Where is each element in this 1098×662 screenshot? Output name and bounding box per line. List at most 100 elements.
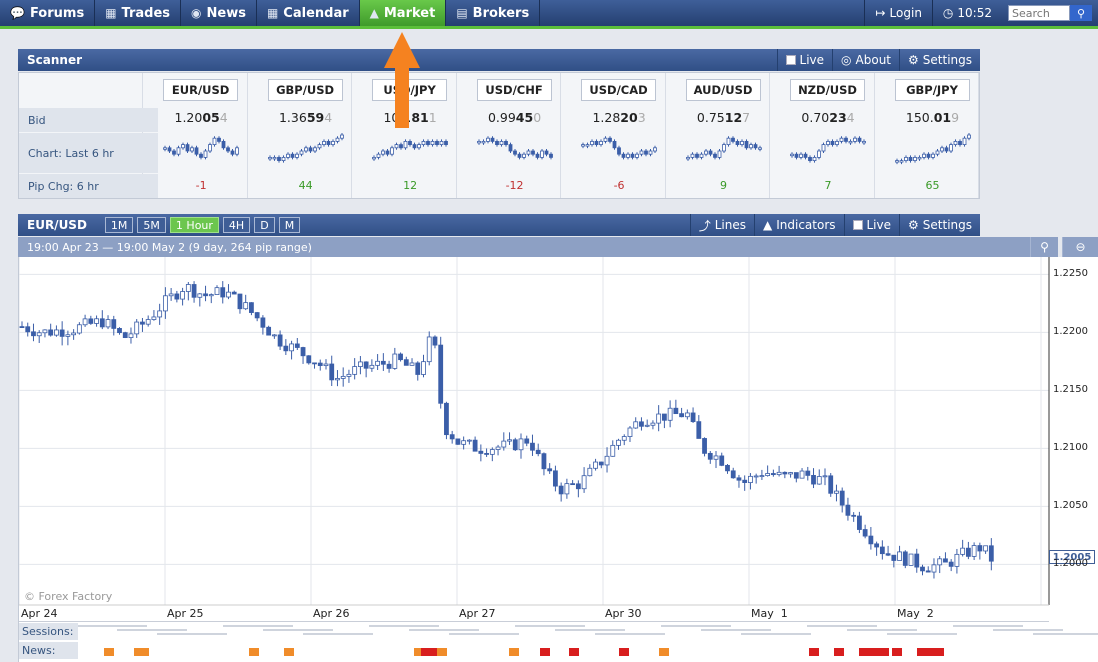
session-bar bbox=[595, 633, 665, 635]
spark-candle bbox=[326, 140, 330, 145]
scanner-column[interactable]: EUR/USD 1.20054 -1 bbox=[143, 73, 248, 198]
spark-candle bbox=[853, 137, 857, 142]
timeframe-button[interactable]: M bbox=[278, 217, 301, 233]
scanner-about-button[interactable]: ◎ About bbox=[832, 49, 899, 71]
candle-body bbox=[134, 321, 140, 335]
scanner-live-toggle[interactable]: Live bbox=[776, 49, 833, 71]
checkbox-icon bbox=[785, 55, 796, 65]
candle-body bbox=[575, 483, 581, 490]
news-marker bbox=[934, 648, 944, 656]
scanner-column[interactable]: GBP/JPY 150.019 65 bbox=[875, 73, 979, 198]
candle-body bbox=[71, 332, 77, 336]
candle-body bbox=[25, 326, 31, 333]
tab-forums[interactable]: 💬 Forums bbox=[0, 0, 96, 26]
globe-icon: ◉ bbox=[191, 6, 202, 20]
search-icon[interactable]: ⚲ bbox=[1070, 5, 1092, 21]
pair-name[interactable]: AUD/USD bbox=[685, 79, 761, 101]
timeframe-button[interactable]: 1 Hour bbox=[169, 217, 219, 233]
spark-candle bbox=[290, 153, 294, 158]
pair-name[interactable]: USD/CHF bbox=[476, 79, 552, 101]
chart-live-toggle[interactable]: Live bbox=[843, 214, 900, 236]
candle-body bbox=[702, 438, 707, 454]
tab-market[interactable]: ▲ Market bbox=[359, 0, 447, 26]
spark-candle bbox=[717, 150, 721, 158]
candle-body bbox=[753, 475, 759, 478]
gear-icon: ⚙ bbox=[908, 218, 919, 232]
timeframe-button[interactable]: 5M bbox=[137, 217, 166, 233]
scanner-column[interactable]: AUD/USD 0.75127 9 bbox=[666, 73, 771, 198]
candle-body bbox=[323, 363, 329, 366]
login-button[interactable]: ↦ Login bbox=[864, 0, 931, 26]
candle-body bbox=[943, 558, 948, 563]
tab-trades[interactable]: ▦ Trades bbox=[95, 0, 182, 26]
bid-fraction: 0 bbox=[533, 110, 542, 125]
zoom-out-icon[interactable]: ⊖ bbox=[1062, 237, 1098, 257]
pair-name[interactable]: GBP/JPY bbox=[894, 79, 970, 101]
spark-candle bbox=[635, 153, 639, 158]
timeframe-button[interactable]: D bbox=[254, 217, 275, 233]
spark-candle bbox=[208, 144, 213, 152]
candle-body bbox=[960, 547, 966, 555]
scanner-column[interactable]: NZD/USD 0.70234 7 bbox=[770, 73, 875, 198]
spark-candle bbox=[817, 150, 821, 158]
spark-candle bbox=[826, 140, 830, 145]
checkbox-icon bbox=[852, 220, 863, 230]
spark-candle bbox=[739, 140, 744, 145]
candle-body bbox=[300, 347, 306, 357]
chart-settings-button[interactable]: ⚙ Settings bbox=[899, 214, 980, 236]
spark-candle bbox=[526, 150, 530, 155]
candle-body bbox=[36, 332, 42, 337]
spark-candle bbox=[735, 140, 739, 145]
news-marker bbox=[879, 648, 889, 656]
bid-fraction: 4 bbox=[324, 110, 333, 125]
clock-time: 10:52 bbox=[957, 6, 992, 20]
tab-news[interactable]: ◉ News bbox=[181, 0, 257, 26]
scanner-column[interactable]: GBP/USD 1.36594 44 bbox=[248, 73, 353, 198]
scanner-settings-button[interactable]: ⚙ Settings bbox=[899, 49, 980, 71]
bid-price: 150.019 bbox=[875, 110, 991, 125]
scanner-column[interactable]: USD/CAD 1.28203 -6 bbox=[561, 73, 666, 198]
spark-candle bbox=[217, 137, 222, 142]
pair-name[interactable]: USD/CAD bbox=[581, 79, 657, 101]
spark-candle bbox=[230, 150, 235, 155]
price-chart[interactable]: © Forex Factory 1.2005 Sessions: News: 1… bbox=[18, 257, 1098, 662]
candle-body bbox=[639, 421, 644, 427]
spark-candle bbox=[203, 150, 208, 158]
spark-candle bbox=[953, 140, 957, 145]
candle-body bbox=[874, 543, 880, 548]
candle-body bbox=[306, 355, 312, 364]
candle-body bbox=[971, 545, 977, 557]
candle-body bbox=[593, 461, 598, 469]
candle-body bbox=[271, 334, 277, 337]
timeframe-button[interactable]: 1M bbox=[104, 217, 134, 233]
chart-lines-button[interactable]: ⤴ Lines bbox=[689, 214, 754, 236]
pair-name[interactable]: NZD/USD bbox=[790, 79, 866, 101]
timeframe-button[interactable]: 4H bbox=[222, 217, 251, 233]
tab-brokers[interactable]: ▤ Brokers bbox=[446, 0, 541, 26]
tab-calendar[interactable]: ▦ Calendar bbox=[257, 0, 360, 26]
pair-name[interactable]: EUR/USD bbox=[163, 79, 239, 101]
candle-body bbox=[266, 326, 272, 336]
spark-candle bbox=[439, 140, 444, 145]
spark-candle bbox=[812, 156, 817, 161]
candle-body bbox=[226, 291, 231, 298]
candle-body bbox=[512, 439, 518, 451]
chart-indicators-button[interactable]: ▲ Indicators bbox=[753, 214, 844, 236]
bid-pips: 05 bbox=[202, 110, 220, 125]
spark-candle bbox=[753, 144, 757, 149]
spark-candle bbox=[272, 156, 276, 160]
candle-body bbox=[312, 362, 317, 365]
news-marker bbox=[834, 648, 844, 656]
pair-name[interactable]: GBP/USD bbox=[267, 79, 343, 101]
candle-body bbox=[782, 471, 788, 475]
spark-candle bbox=[617, 147, 621, 155]
spark-candle bbox=[630, 153, 635, 158]
spark-candle bbox=[399, 144, 403, 149]
chart-pair-title: EUR/USD bbox=[27, 218, 87, 232]
timeline-strip bbox=[19, 621, 1049, 622]
zoom-in-icon[interactable]: ⚲ bbox=[1030, 237, 1058, 257]
search-input[interactable] bbox=[1008, 5, 1070, 21]
candle-body bbox=[426, 336, 432, 363]
scanner-column[interactable]: USD/CHF 0.99450 -12 bbox=[457, 73, 562, 198]
session-bar bbox=[409, 629, 479, 631]
